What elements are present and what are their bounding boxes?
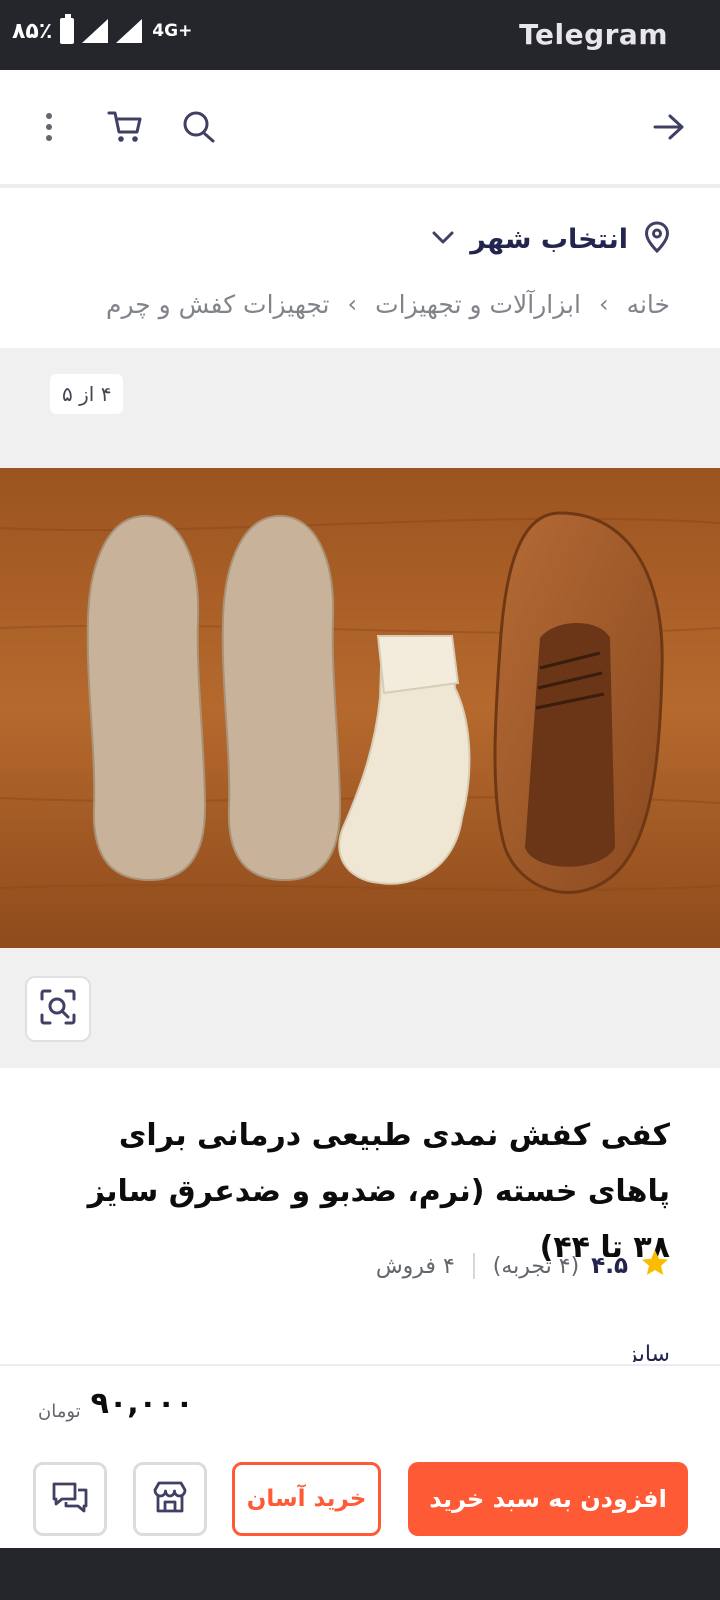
divider [472,1253,475,1279]
back-arrow-icon[interactable] [640,98,698,156]
star-icon [640,1248,670,1284]
price-value: ۹۰,۰۰۰ [90,1386,194,1421]
zoom-image-button[interactable] [25,976,91,1042]
signal-icon [116,19,143,43]
breadcrumb-separator: › [347,290,358,318]
signal-icon [82,19,109,43]
rating-value: ۴.۵ [591,1253,628,1279]
search-icon[interactable] [170,98,228,156]
breadcrumb-home[interactable]: خانه [627,290,670,319]
more-vertical-icon[interactable] [20,98,78,156]
breadcrumb-separator: › [598,290,609,318]
product-image[interactable] [0,468,720,948]
breadcrumb-tools[interactable]: ابزارآلات و تجهیزات [375,290,581,319]
store-button[interactable] [133,1462,207,1536]
store-icon [152,1480,188,1518]
price-block: تومان ۹۰,۰۰۰ [38,1386,194,1421]
product-gallery[interactable]: ۴ از ۵ [0,348,720,1068]
location-pin-icon [644,221,670,257]
status-indicators: ۸۵٪ 4G+ [12,14,193,44]
status-app-name: Telegram [519,18,668,51]
rating-row[interactable]: ۴.۵ (۴ تجربه) ۴ فروش [376,1246,670,1286]
breadcrumb: خانه › ابزارآلات و تجهیزات › تجهیزات کفش… [106,284,670,324]
size-label: سایز [626,1342,670,1362]
add-to-cart-button[interactable]: افزودن به سبد خرید [408,1462,688,1536]
app-bar [0,70,720,188]
city-selector-label: انتخاب شهر [470,223,628,255]
breadcrumb-shoe-equipment[interactable]: تجهیزات کفش و چرم [106,290,330,319]
status-bar: ۸۵٪ 4G+ Telegram [0,0,720,70]
network-type: 4G+ [152,21,193,41]
chat-icon [51,1480,89,1518]
cart-icon[interactable] [96,98,154,156]
image-search-icon [39,988,77,1030]
sales-count: ۴ فروش [375,1253,455,1279]
easy-buy-button[interactable]: خرید آسان [232,1462,381,1536]
image-counter: ۴ از ۵ [50,374,124,414]
review-count[interactable]: (۴ تجربه) [493,1254,579,1279]
currency-label: تومان [38,1401,81,1422]
system-nav-bar [0,1548,720,1600]
chevron-down-icon [432,230,454,249]
chat-button[interactable] [33,1462,107,1536]
city-selector[interactable]: انتخاب شهر [432,214,670,264]
battery-percent: ۸۵٪ [12,18,53,44]
purchase-bar: تومان ۹۰,۰۰۰ افزودن به سبد خرید خرید آسا… [0,1364,720,1548]
battery-icon [60,14,75,44]
